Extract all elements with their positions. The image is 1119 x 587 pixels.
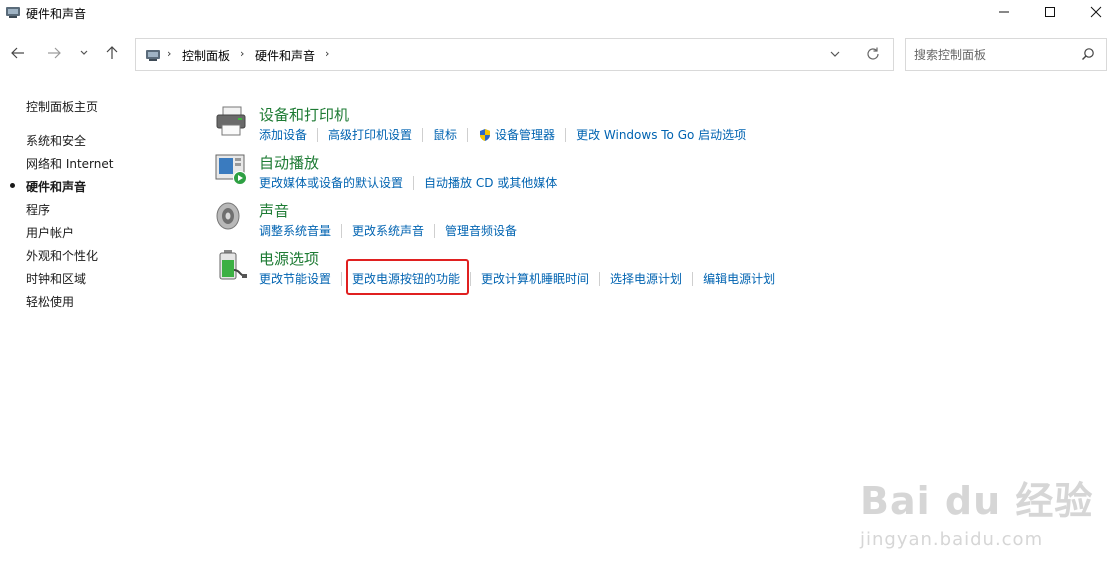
link-change-system-sounds[interactable]: 更改系统声音 [352,222,424,239]
link-change-sleep-time[interactable]: 更改计算机睡眠时间 [481,270,589,287]
link-advanced-printer-setup[interactable]: 高级打印机设置 [328,126,412,143]
highlight-box [346,259,469,295]
category-title-power-options[interactable]: 电源选项 [259,248,319,269]
link-divider [434,223,436,238]
link-windows-to-go[interactable]: 更改 Windows To Go 启动选项 [576,126,746,143]
search-box[interactable] [905,38,1107,71]
sidebar-item-system-security[interactable]: 系统和安全 [26,132,86,149]
sidebar-item-clock-region[interactable]: 时钟和区域 [26,270,86,287]
category-links-autoplay: 更改媒体或设备的默认设置 自动播放 CD 或其他媒体 [259,174,557,191]
link-choose-power-plan[interactable]: 选择电源计划 [610,270,682,287]
link-divider [599,271,601,286]
link-divider [341,223,343,238]
back-button[interactable] [6,42,30,66]
link-edit-power-plan[interactable]: 编辑电源计划 [703,270,775,287]
recent-locations-button[interactable] [72,42,96,66]
title-bar: 硬件和声音 [0,0,1119,26]
link-change-power-saving[interactable]: 更改节能设置 [259,270,331,287]
link-divider [422,127,424,142]
shield-icon [478,128,492,142]
control-panel-icon [5,4,21,20]
breadcrumb-hardware-sound[interactable]: 硬件和声音 [255,47,315,64]
category-title-sound[interactable]: 声音 [259,200,289,221]
sidebar-item-network[interactable]: 网络和 Internet [26,155,113,172]
minimize-button[interactable] [981,0,1027,26]
maximize-button[interactable] [1027,0,1073,26]
link-manage-audio-devices[interactable]: 管理音频设备 [445,222,517,239]
link-change-media-defaults[interactable]: 更改媒体或设备的默认设置 [259,174,403,191]
speaker-icon [214,200,248,234]
search-input[interactable] [914,46,1074,64]
arrow-right-icon [47,46,61,63]
close-button[interactable] [1073,0,1119,26]
battery-icon [214,248,248,282]
category-title-autoplay[interactable]: 自动播放 [259,152,319,173]
link-divider [467,127,469,142]
arrow-up-icon [105,45,119,63]
link-divider [470,271,472,286]
up-button[interactable] [100,42,124,66]
category-links-devices-printers: 添加设备 高级打印机设置 鼠标 设备管理器 更改 Windows To Go 启… [259,126,746,143]
link-add-device[interactable]: 添加设备 [259,126,307,143]
forward-button[interactable] [42,42,66,66]
sidebar-item-user-accounts[interactable]: 用户帐户 [26,224,74,241]
breadcrumb-separator: › [325,47,330,60]
sidebar-item-programs[interactable]: 程序 [26,201,50,218]
breadcrumb-control-panel[interactable]: 控制面板 [182,47,230,64]
category-links-sound: 调整系统音量 更改系统声音 管理音频设备 [259,222,517,239]
link-divider [692,271,694,286]
link-divider [317,127,319,142]
address-bar[interactable]: › 控制面板 › 硬件和声音 › [135,38,894,71]
sidebar-item-ease-of-access[interactable]: 轻松使用 [26,293,74,310]
link-autoplay-cd[interactable]: 自动播放 CD 或其他媒体 [424,174,557,191]
close-icon [1090,6,1102,21]
window-title: 硬件和声音 [26,7,87,21]
arrow-left-icon [11,46,25,63]
link-mouse[interactable]: 鼠标 [433,126,457,143]
link-divider [413,175,415,190]
breadcrumb-separator: › [167,47,172,60]
address-dropdown-icon[interactable] [829,48,841,63]
sidebar-item-hardware-sound[interactable]: 硬件和声音 [26,178,86,195]
link-divider [341,271,343,286]
control-panel-icon [145,47,161,63]
maximize-icon [1044,6,1056,21]
minimize-icon [998,6,1010,21]
search-icon[interactable] [1081,47,1095,64]
category-links-power-options: 更改节能设置 更改电源按钮的功能 更改计算机睡眠时间 选择电源计划 编辑电源计划 [259,270,775,287]
link-divider [565,127,567,142]
breadcrumb-separator: › [240,47,245,60]
refresh-icon[interactable] [865,46,881,65]
link-device-manager[interactable]: 设备管理器 [478,126,555,143]
chevron-down-icon [79,47,89,61]
sidebar-item-appearance[interactable]: 外观和个性化 [26,247,98,264]
watermark: Bai du 经验 jingyan.baidu.com [860,470,1093,550]
sidebar-item-home[interactable]: 控制面板主页 [26,98,98,115]
category-title-devices-printers[interactable]: 设备和打印机 [259,104,349,125]
printer-icon [214,104,248,138]
link-device-manager-label: 设备管理器 [495,128,556,142]
watermark-brand: Bai du 经验 [860,479,1094,523]
link-adjust-volume[interactable]: 调整系统音量 [259,222,331,239]
autoplay-icon [214,152,248,186]
active-bullet [10,183,15,188]
watermark-url: jingyan.baidu.com [860,529,1044,550]
